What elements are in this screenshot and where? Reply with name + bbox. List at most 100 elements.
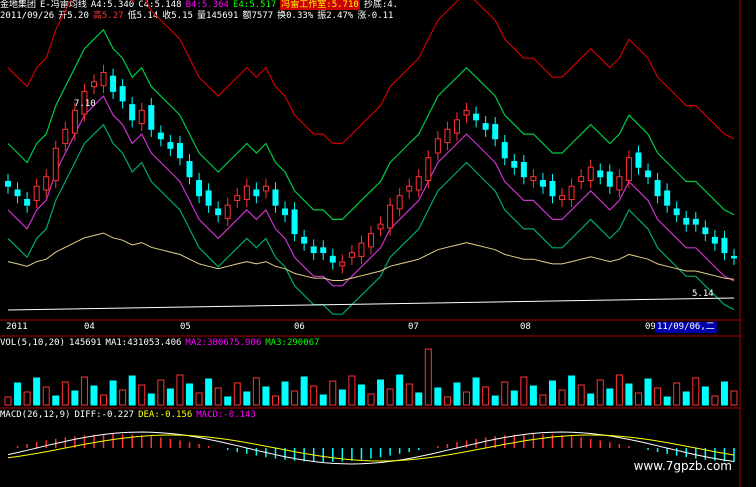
volume-bar [577,384,585,406]
volume-bar [539,394,547,406]
volume-bar [692,377,700,406]
volume-bar [176,374,184,406]
candle-body [24,198,31,206]
candle-body [262,185,269,192]
volume-bar [14,382,22,406]
vol-ma1: MA1:431053.406 [105,338,182,348]
candle-body [444,128,451,144]
candle-body [110,75,117,92]
month-label: 04 [84,322,95,332]
candle-body [253,189,260,197]
volume-bar [33,377,41,406]
candle-body [539,180,546,187]
volume-bar [606,388,614,406]
vol-ma2: MA2:380675.906 [185,338,262,348]
candle-body [119,86,126,102]
vol-value: 145691 [69,338,102,348]
volume-bar [291,390,299,406]
volume-bar [529,385,537,406]
vol-ma3: MA3:290067 [265,338,320,348]
volume-bar [711,395,719,406]
candle-body [692,218,699,225]
volume-bar [338,389,346,406]
vol-title[interactable]: VOL(5,10,20) [0,338,65,348]
candle-body [654,180,661,197]
candle-body [234,195,241,201]
volume-bar [233,382,241,406]
volume-bar [357,384,365,406]
volume-bar [463,391,471,406]
volume-bar [281,381,289,406]
macd-diff: DIFF:-0.227 [74,410,135,420]
month-label: 08 [520,322,531,332]
candle-body [463,109,470,116]
candle-body [339,261,346,267]
candle-body [711,236,718,244]
low-price-label: 5.14 [692,289,714,299]
volume-bar [701,386,709,406]
candle-body [329,255,336,263]
volume-bar [42,386,50,406]
candle-body [196,180,203,197]
volume-bar [80,376,88,406]
candle-body [291,209,298,235]
volume-bar [119,389,127,406]
candle-body [387,204,394,229]
candle-body [33,185,40,201]
candle-body [683,217,690,225]
volume-bar [405,383,413,406]
volume-bar [329,380,337,406]
volume-bar [367,393,375,406]
macd-title[interactable]: MACD(26,12,9) [0,410,70,420]
candle-body [511,161,518,168]
month-label: 06 [294,322,305,332]
volume-bar [587,393,595,406]
volume-bar [520,376,528,406]
candle-body [348,252,355,258]
volume-bar [128,375,136,406]
date-cursor-label: 11/09/06,二 [655,322,717,333]
candle-body [310,246,317,254]
volume-bar [214,387,222,406]
candle-body [100,71,107,87]
candle-body [501,142,508,159]
watermark: www.7gpzb.com [633,459,732,473]
volume-bar [52,395,60,406]
volume-bar [138,384,146,406]
volume-bar [243,391,251,406]
candle-body [625,157,632,182]
candle-body [578,176,585,182]
high-price-label: 7.10 [74,99,96,109]
candle-body [396,195,403,210]
candle-body [5,180,11,187]
volume-bar [720,381,728,406]
candle-body [482,123,489,130]
volume-bar [147,393,155,406]
candle-body [568,185,575,200]
volume-bar [271,395,279,406]
volume-bar [615,374,623,406]
candle-body [406,185,413,192]
volume-bar [673,382,681,406]
candle-body [559,195,566,200]
candle-body [453,119,460,134]
candle-body [282,208,289,216]
volume-bar [109,380,117,406]
candle-body [272,189,279,206]
candle-body [215,208,222,216]
volume-bar [549,380,556,406]
volume-bar [386,388,394,406]
volume-bar [300,376,308,406]
candle-body [224,204,231,219]
volume-bar [186,383,193,406]
volume-header: VOL(5,10,20) 145691 MA1:431053.406 MA2:3806… [0,338,323,349]
volume-bar [424,348,432,406]
volume-bar [453,382,461,406]
candle-body [645,170,652,178]
volume-bar [482,386,490,406]
candle-body [425,157,432,182]
candle-body [606,171,613,187]
candle-body [62,128,69,145]
volume-bar [558,389,566,406]
macd-header: MACD(26,12,9) DIFF:-0.227 DEA:-0.156 MACD:-… [0,410,260,421]
